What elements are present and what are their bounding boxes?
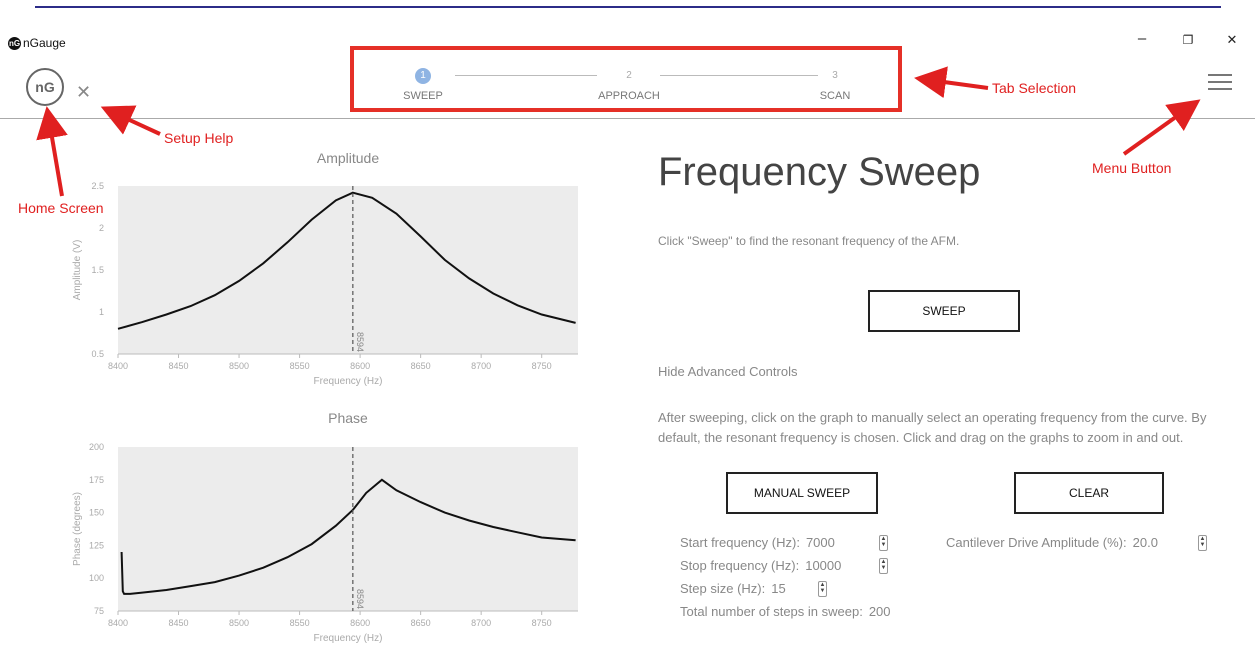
drive-amplitude-label: Cantilever Drive Amplitude (%):	[946, 535, 1127, 550]
x-tick-label: 8750	[532, 618, 552, 628]
x-tick-label: 8500	[229, 618, 249, 628]
resonance-marker-label: 8594	[355, 589, 365, 609]
stop-frequency-stepper[interactable]: ▲ ▼	[879, 558, 888, 574]
start-frequency-stepper[interactable]: ▲ ▼	[879, 535, 888, 551]
y-tick-label: 100	[89, 573, 104, 583]
amplitude-chart: 0.5 1 1.5 2 2.5 8400 8450 8500 8550 8600 8650 8700 8…	[72, 181, 578, 387]
total-steps-label: Total number of steps in sweep:	[680, 604, 863, 619]
advanced-description-line-1: After sweeping, click on the graph to ma…	[658, 410, 1207, 425]
advanced-description-line-2: default, the resonant frequency is chose…	[658, 430, 1184, 445]
x-tick-label: 8700	[471, 618, 491, 628]
y-tick-label: 2.5	[91, 181, 104, 191]
x-axis-label: Frequency (Hz)	[314, 633, 383, 644]
x-tick-label: 8600	[350, 361, 370, 371]
step-size-label: Step size (Hz):	[680, 581, 766, 596]
y-tick-label: 150	[89, 508, 104, 518]
step-size-input[interactable]: 15	[771, 581, 785, 596]
stop-frequency-input[interactable]: 10000	[805, 558, 841, 573]
x-tick-label: 8700	[471, 361, 491, 371]
phase-chart: 75 100 125 150 175 200 8400 8450 8500 8550 8600 865…	[72, 442, 578, 644]
charts-svg[interactable]: 0.5 1 1.5 2 2.5 8400 8450 8500 8550 8600 8650 8700 8…	[0, 0, 1255, 654]
x-tick-label: 8500	[229, 361, 249, 371]
clear-button[interactable]: CLEAR	[1014, 472, 1164, 514]
step-size-field: Step size (Hz): 15	[680, 581, 786, 596]
stop-frequency-field: Stop frequency (Hz): 10000	[680, 558, 841, 573]
x-tick-label: 8550	[290, 361, 310, 371]
y-tick-label: 1.5	[91, 265, 104, 275]
start-frequency-field: Start frequency (Hz): 7000	[680, 535, 835, 550]
y-axis-label: Amplitude (V)	[72, 240, 83, 301]
start-frequency-input[interactable]: 7000	[806, 535, 835, 550]
x-tick-label: 8450	[169, 618, 189, 628]
resonance-marker-label: 8594	[355, 332, 365, 352]
y-tick-label: 175	[89, 475, 104, 485]
total-steps-value: 200	[868, 604, 891, 619]
y-tick-label: 75	[94, 606, 104, 616]
stop-frequency-label: Stop frequency (Hz):	[680, 558, 800, 573]
x-tick-label: 8600	[350, 618, 370, 628]
x-tick-label: 8750	[532, 361, 552, 371]
drive-amplitude-input[interactable]: 20.0	[1133, 535, 1158, 550]
y-tick-label: 0.5	[91, 349, 104, 359]
x-tick-label: 8550	[290, 618, 310, 628]
drive-amplitude-stepper[interactable]: ▲ ▼	[1198, 535, 1207, 551]
y-tick-label: 1	[99, 307, 104, 317]
page-title: Frequency Sweep	[658, 150, 981, 194]
y-tick-label: 125	[89, 540, 104, 550]
y-axis-label: Phase (degrees)	[72, 492, 83, 566]
x-tick-label: 8650	[411, 361, 431, 371]
x-tick-label: 8650	[411, 618, 431, 628]
hide-advanced-toggle[interactable]: Hide Advanced Controls	[658, 364, 797, 379]
manual-sweep-button[interactable]: MANUAL SWEEP	[726, 472, 878, 514]
total-steps-field: Total number of steps in sweep: 200	[680, 604, 891, 619]
intro-text: Click "Sweep" to find the resonant frequ…	[658, 234, 960, 248]
x-axis-label: Frequency (Hz)	[314, 376, 383, 387]
start-frequency-label: Start frequency (Hz):	[680, 535, 800, 550]
drive-amplitude-field: Cantilever Drive Amplitude (%): 20.0	[946, 535, 1158, 550]
x-tick-label: 8400	[108, 361, 128, 371]
sweep-button[interactable]: SWEEP	[868, 290, 1020, 332]
y-tick-label: 200	[89, 442, 104, 452]
y-tick-label: 2	[99, 223, 104, 233]
plot-area	[118, 186, 578, 354]
x-tick-label: 8450	[169, 361, 189, 371]
step-size-stepper[interactable]: ▲ ▼	[818, 581, 827, 597]
x-tick-label: 8400	[108, 618, 128, 628]
